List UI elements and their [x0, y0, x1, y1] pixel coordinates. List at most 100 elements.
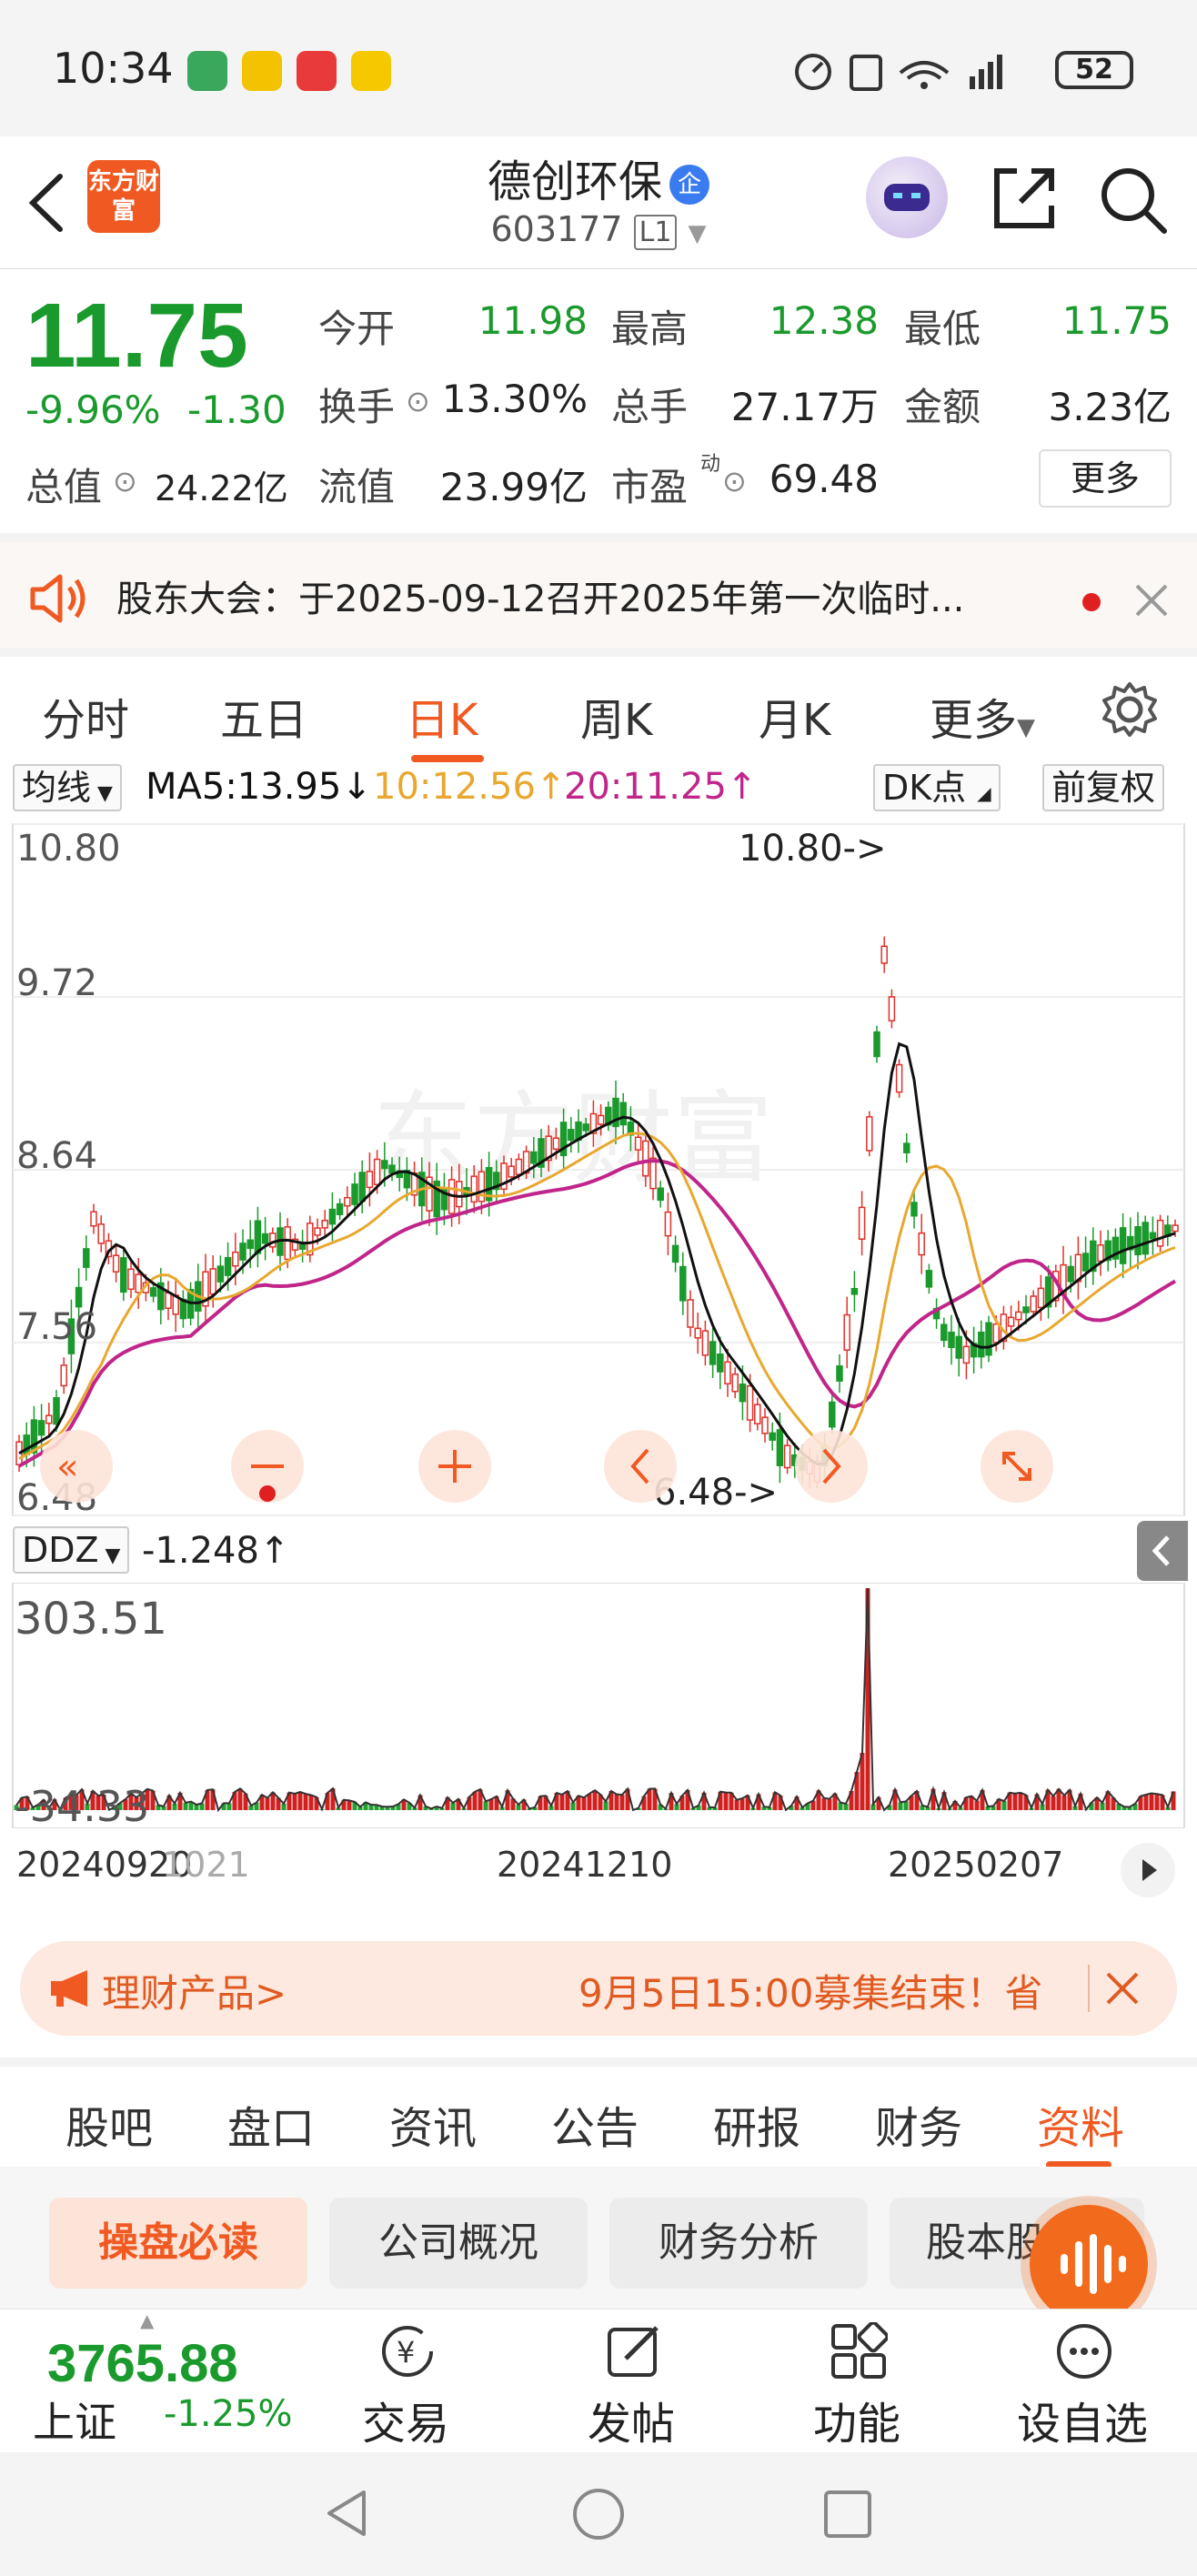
- status-time: 10:34: [53, 44, 174, 93]
- scroll-left-button[interactable]: [604, 1430, 677, 1503]
- ai-assistant-avatar[interactable]: [866, 156, 948, 238]
- subtab-must-read[interactable]: 操盘必读: [49, 2198, 307, 2289]
- scroll-right-button[interactable]: [795, 1430, 868, 1503]
- candle-body: [232, 1251, 239, 1267]
- tab-orderbook[interactable]: 盘口: [227, 2092, 315, 2156]
- candle-body: [783, 1444, 791, 1469]
- tab-five-day[interactable]: 五日: [220, 684, 307, 748]
- candle-body: [754, 1404, 761, 1424]
- pe-value: 69.48: [769, 457, 879, 501]
- recent-apps-icon[interactable]: [822, 2489, 873, 2540]
- candle-body: [321, 1219, 328, 1229]
- candle-body: [701, 1330, 709, 1356]
- ddz-indicator-bar: DDZ ▼ -1.248↑: [0, 1521, 1197, 1585]
- candle-body: [1081, 1253, 1090, 1272]
- candle-body: [880, 945, 888, 964]
- indicator-selector[interactable]: 均线 ▼: [13, 764, 122, 811]
- collapse-panel-button[interactable]: [1137, 1521, 1188, 1581]
- candle-body: [149, 1287, 157, 1297]
- turnover-value: 13.30%: [441, 377, 588, 421]
- candle-body: [724, 1361, 731, 1385]
- candle-body: [888, 996, 896, 1021]
- stock-header: 东方财富 德创环保企 603177 L1 ▼: [0, 136, 1197, 269]
- candle-body: [634, 1136, 642, 1151]
- candle-body: [619, 1102, 627, 1126]
- scroll-right-button[interactable]: [1121, 1843, 1175, 1897]
- date-label-4: 20250207: [888, 1845, 1064, 1885]
- home-circle-icon[interactable]: [571, 2487, 626, 2541]
- tab-financials[interactable]: 财务: [875, 2092, 962, 2156]
- candle-body: [388, 1164, 396, 1174]
- chevron-down-icon: ▼: [688, 220, 707, 247]
- nav-post[interactable]: 发帖: [558, 2309, 704, 2453]
- candle-body: [687, 1299, 694, 1328]
- subtab-company-overview[interactable]: 公司概况: [329, 2198, 588, 2289]
- divider: [1088, 1965, 1090, 2012]
- ma5-value: MA5:13.95↓: [146, 766, 372, 808]
- close-icon[interactable]: [1133, 582, 1170, 619]
- candle-body: [366, 1171, 374, 1189]
- promo-banner[interactable]: 理财产品> 9月5日15:00募集结束！省: [20, 1941, 1177, 2036]
- share-icon[interactable]: [990, 164, 1059, 233]
- kline-chart[interactable]: 东方财富 10.80 9.72 8.64 7.56 6.48 10.80-> 6…: [0, 819, 1197, 1519]
- total-cap-value: 24.22亿: [155, 468, 288, 508]
- close-icon[interactable]: [1104, 1970, 1141, 2007]
- turnover-label: 换手: [318, 385, 396, 429]
- adjustment-button[interactable]: 前复权: [1042, 764, 1165, 811]
- open-label: 今开: [318, 307, 396, 351]
- tab-intraday[interactable]: 分时: [42, 684, 129, 748]
- candle-body: [1097, 1244, 1104, 1263]
- candle-body: [866, 1116, 873, 1152]
- voice-assistant-button[interactable]: [1030, 2205, 1148, 2323]
- y-label-top: 10.80: [16, 828, 121, 870]
- candle-body: [45, 1414, 53, 1424]
- tab-monthly-k[interactable]: 月K: [759, 684, 830, 748]
- tab-weekly-k[interactable]: 周K: [580, 684, 652, 748]
- index-name: 上证: [33, 2398, 116, 2447]
- index-value: 3765.88: [47, 2334, 238, 2393]
- weibo-icon: [242, 51, 282, 91]
- candle-body: [1007, 1316, 1015, 1327]
- candle-body: [358, 1172, 366, 1202]
- back-triangle-icon[interactable]: [324, 2487, 369, 2540]
- candle-body: [978, 1331, 985, 1358]
- tab-news[interactable]: 资讯: [389, 2092, 477, 2156]
- amount-label: 金额: [904, 385, 981, 429]
- tab-more[interactable]: 更多▼: [930, 684, 1035, 748]
- info-icon[interactable]: ⊙: [113, 464, 137, 498]
- nav-trade[interactable]: ¥ 交易: [333, 2309, 478, 2453]
- candle-body: [37, 1420, 45, 1436]
- index-ticker[interactable]: ▲ 3765.88 上证 -1.25%: [0, 2309, 309, 2453]
- candle-body: [940, 1323, 948, 1342]
- tab-forum[interactable]: 股吧: [65, 2092, 153, 2156]
- candle-body: [873, 1031, 880, 1058]
- candle-body: [582, 1123, 589, 1132]
- search-icon[interactable]: [1097, 164, 1170, 236]
- moving-average-bar: 均线 ▼ MA5:13.95↓ 10:12.56↑ 20:11.25↑ DK点 …: [0, 759, 1197, 819]
- status-bar: 10:34 52: [0, 0, 1197, 136]
- tab-announcements[interactable]: 公告: [551, 2092, 639, 2156]
- candle-body: [120, 1257, 127, 1293]
- info-icon[interactable]: ⊙: [722, 464, 747, 498]
- candle-body: [1156, 1219, 1164, 1247]
- announcement-banner[interactable]: 股东大会：于2025-09-12召开2025年第一次临时...: [0, 533, 1197, 648]
- more-button[interactable]: 更多: [1039, 449, 1172, 508]
- tab-research[interactable]: 研报: [713, 2092, 800, 2156]
- section-tabs: 股吧 盘口 资讯 公告 研报 财务 资料: [0, 2058, 1197, 2168]
- tab-daily-k[interactable]: 日K: [406, 684, 478, 748]
- settings-gear-icon[interactable]: [1101, 680, 1159, 739]
- ddz-chart[interactable]: 303.51 -34.33: [0, 1582, 1197, 1831]
- candle-body: [1067, 1265, 1074, 1283]
- index-change-pct: -1.25%: [164, 2393, 293, 2435]
- subtab-financial-analysis[interactable]: 财务分析: [609, 2198, 868, 2289]
- tab-profile[interactable]: 资料: [1037, 2092, 1124, 2156]
- ddz-selector[interactable]: DDZ ▼: [13, 1526, 130, 1574]
- pe-label: 市盈: [611, 465, 689, 509]
- kline-svg: 东方财富 10.80 9.72 8.64 7.56 6.48 10.80-> 6…: [12, 823, 1185, 1519]
- nav-add-watchlist[interactable]: 设自选: [1010, 2309, 1155, 2453]
- info-icon[interactable]: ⊙: [406, 384, 430, 418]
- ddz-selector-label: DDZ: [22, 1530, 99, 1570]
- dk-point-button[interactable]: DK点 ◢: [873, 764, 1001, 811]
- candle-body: [836, 1365, 843, 1382]
- nav-functions[interactable]: 功能: [784, 2309, 930, 2453]
